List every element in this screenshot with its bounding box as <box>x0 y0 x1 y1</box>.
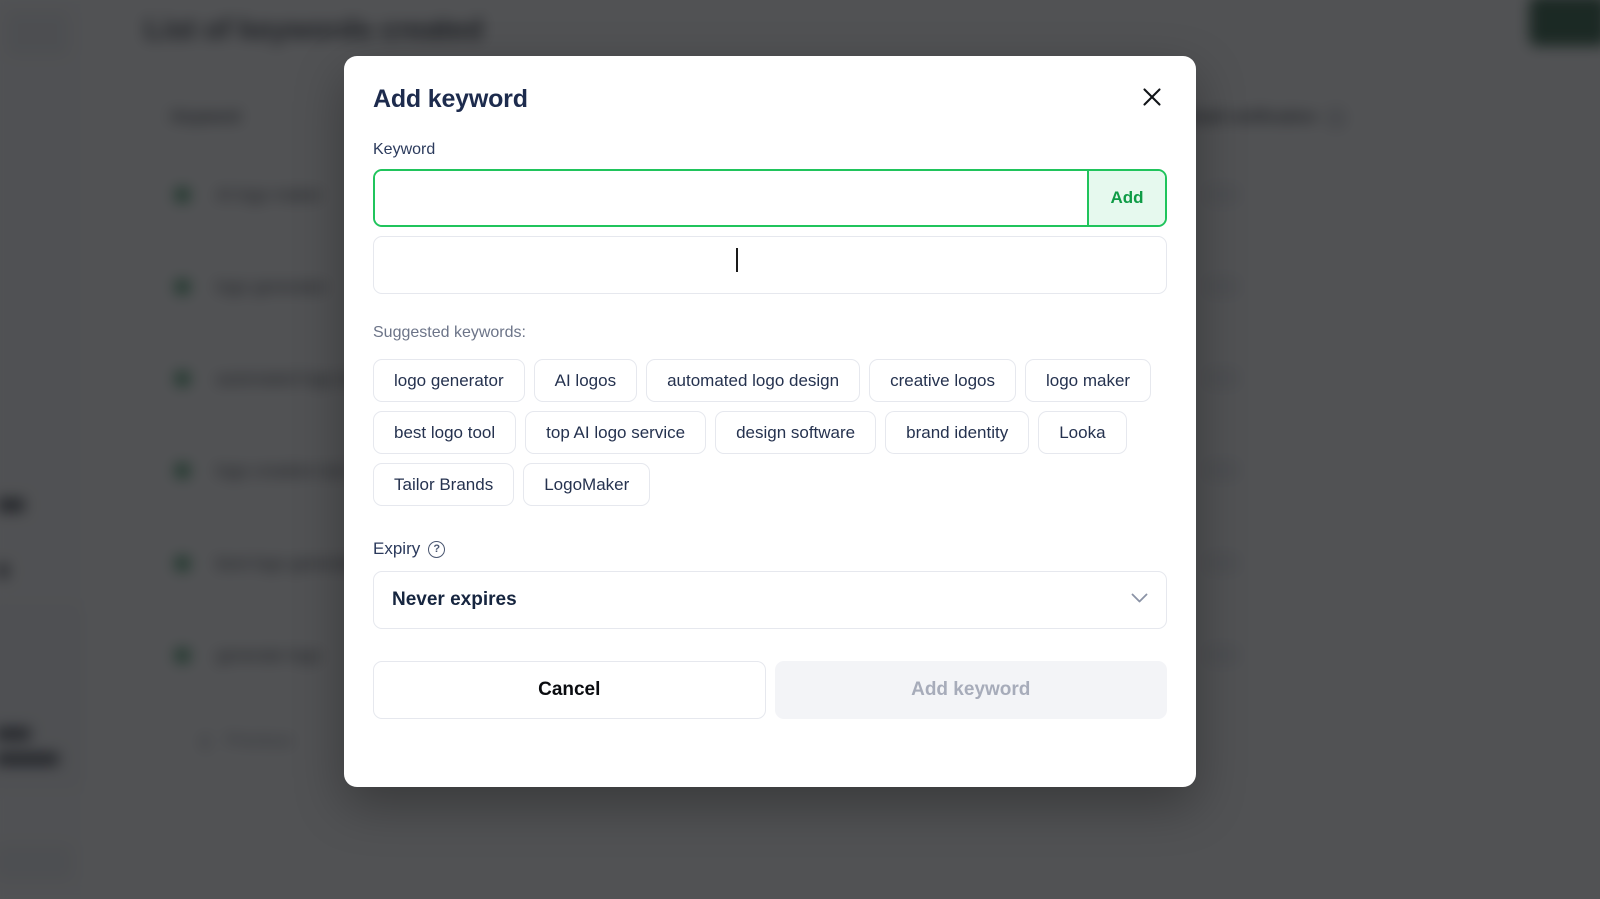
expiry-select[interactable]: Never expires <box>373 571 1167 629</box>
help-circle-icon[interactable]: ? <box>428 540 446 558</box>
chevron-down-icon <box>1131 591 1148 609</box>
suggested-chip[interactable]: logo generator <box>373 359 525 402</box>
expiry-selected-value: Never expires <box>392 589 517 610</box>
suggested-chip[interactable]: LogoMaker <box>523 463 651 506</box>
cancel-button[interactable]: Cancel <box>373 661 766 719</box>
suggested-keywords-label: Suggested keywords: <box>373 324 526 341</box>
close-icon[interactable] <box>1137 82 1167 112</box>
add-keyword-modal: Add keyword Keyword Add Suggested keywor… <box>344 56 1196 787</box>
selected-keywords-area[interactable] <box>373 236 1167 294</box>
suggested-chip[interactable]: automated logo design <box>646 359 861 402</box>
add-chip-button[interactable]: Add <box>1087 171 1165 225</box>
suggested-chip[interactable]: creative logos <box>869 359 1016 402</box>
suggested-chip[interactable]: logo maker <box>1025 359 1152 402</box>
keyword-input[interactable] <box>375 171 1087 225</box>
expiry-label-row: Expiry ? <box>373 539 1167 559</box>
suggested-chip[interactable]: best logo tool <box>373 411 517 454</box>
add-keyword-button[interactable]: Add keyword <box>774 661 1167 719</box>
suggested-keywords-list: logo generator AI logos automated logo d… <box>373 359 1167 506</box>
keyword-label: Keyword <box>373 141 436 158</box>
keyword-input-row: Add <box>373 169 1167 227</box>
text-cursor <box>736 248 738 272</box>
modal-title: Add keyword <box>373 85 528 113</box>
suggested-chip[interactable]: Tailor Brands <box>373 463 515 506</box>
expiry-label: Expiry <box>373 539 421 558</box>
suggested-chip[interactable]: design software <box>715 411 877 454</box>
modal-footer: Cancel Add keyword <box>373 661 1167 719</box>
suggested-chip[interactable]: Looka <box>1038 411 1127 454</box>
suggested-chip[interactable]: brand identity <box>885 411 1030 454</box>
suggested-chip[interactable]: top AI logo service <box>525 411 707 454</box>
app-root: List of keywords created ⓘ Keyword Email… <box>0 0 1600 899</box>
suggested-chip[interactable]: AI logos <box>533 359 638 402</box>
modal-header: Add keyword <box>373 56 1167 129</box>
